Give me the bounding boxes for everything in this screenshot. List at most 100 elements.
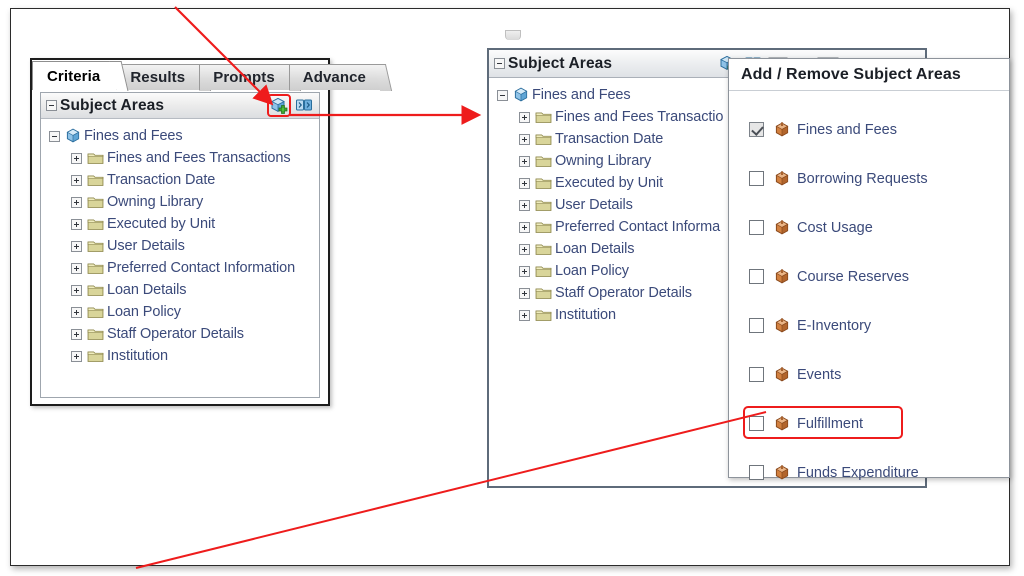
subject-area-label: Funds Expenditure — [797, 464, 919, 481]
expand-plus-icon[interactable] — [519, 111, 530, 123]
subject-area-cube-icon — [774, 268, 790, 285]
expand-plus-icon[interactable] — [71, 284, 82, 296]
expand-plus-icon[interactable] — [71, 262, 82, 274]
subject-area-option[interactable]: Borrowing Requests — [749, 154, 1009, 203]
tree-item-label: Transaction Date — [555, 131, 664, 147]
cube-plus-icon — [270, 97, 288, 115]
subject-area-option[interactable]: E-Inventory — [749, 301, 1009, 350]
expand-plus-icon[interactable] — [71, 350, 82, 362]
folder-icon — [87, 261, 104, 275]
expand-plus-icon[interactable] — [71, 240, 82, 252]
expand-plus-icon[interactable] — [71, 174, 82, 186]
dialog-title: Add / Remove Subject Areas — [729, 59, 1009, 91]
tree-item[interactable]: Staff Operator Details — [49, 323, 319, 345]
expand-plus-icon[interactable] — [519, 287, 530, 299]
expand-plus-icon[interactable] — [519, 155, 530, 167]
subject-area-checkbox[interactable] — [749, 367, 764, 382]
tree-item[interactable]: Owning Library — [49, 191, 319, 213]
subject-area-cube-icon — [774, 415, 790, 432]
tab-results[interactable]: Results — [116, 64, 212, 91]
tree-item-label: Preferred Contact Informa — [555, 219, 721, 235]
folder-icon — [87, 283, 104, 297]
tree-item-label: Fines and Fees Transactions — [107, 150, 291, 166]
collapse-minus-icon[interactable] — [46, 100, 57, 111]
tree-item-label: Owning Library — [107, 194, 204, 210]
tree-item-label: Loan Details — [555, 241, 635, 257]
show-hide-panel-icon[interactable] — [293, 95, 315, 116]
tab-prompts-label: Prompts — [213, 69, 275, 86]
subject-area-label: E-Inventory — [797, 317, 872, 334]
folder-icon — [535, 198, 552, 212]
subject-area-checkbox[interactable] — [749, 269, 764, 284]
expand-plus-icon[interactable] — [519, 309, 530, 321]
expand-plus-icon[interactable] — [71, 218, 82, 230]
folder-icon — [535, 286, 552, 300]
subject-area-label: Fines and Fees — [797, 121, 897, 138]
tree-children: Fines and Fees Transactions Transaction D… — [49, 147, 319, 367]
add-subject-area-icon[interactable] — [267, 94, 291, 117]
subject-areas-title: Subject Areas — [60, 96, 165, 114]
folder-icon — [535, 220, 552, 234]
tree-item-label: Executed by Unit — [107, 216, 216, 232]
expand-plus-icon[interactable] — [519, 133, 530, 145]
expand-minus-icon[interactable] — [49, 130, 60, 142]
expand-plus-icon[interactable] — [519, 177, 530, 189]
tree-item[interactable]: Fines and Fees Transactions — [49, 147, 319, 169]
expand-plus-icon[interactable] — [519, 265, 530, 277]
expand-plus-icon[interactable] — [71, 152, 82, 164]
tab-prompts[interactable]: Prompts — [199, 64, 301, 91]
tree-item-label: Institution — [107, 348, 168, 364]
subject-area-checkbox[interactable] — [749, 465, 764, 480]
tree-item-label: Loan Policy — [107, 304, 181, 320]
subject-area-cube-icon — [774, 170, 790, 187]
expand-plus-icon[interactable] — [71, 196, 82, 208]
tree-item[interactable]: Preferred Contact Information — [49, 257, 319, 279]
tree-item-label: Fines and Fees Transactio — [555, 109, 724, 125]
middle-panel-title: Subject Areas — [508, 54, 613, 72]
expand-plus-icon[interactable] — [71, 328, 82, 340]
folder-icon — [87, 195, 104, 209]
subject-area-checkbox[interactable] — [749, 220, 764, 235]
folder-icon — [87, 327, 104, 341]
subject-area-checkbox[interactable] — [749, 318, 764, 333]
subject-area-option[interactable]: Course Reserves — [749, 252, 1009, 301]
tree-item[interactable]: Transaction Date — [49, 169, 319, 191]
tree-item-label: Transaction Date — [107, 172, 216, 188]
criteria-panel: Criteria Results Prompts Advance Subject… — [30, 58, 393, 406]
tree-item[interactable]: Loan Policy — [49, 301, 319, 323]
subject-area-option[interactable]: Events — [749, 350, 1009, 399]
subject-areas-header: Subject Areas — [41, 93, 319, 119]
expand-plus-icon[interactable] — [519, 221, 530, 233]
expand-plus-icon[interactable] — [519, 199, 530, 211]
tree-root-node[interactable]: Fines and Fees — [49, 125, 319, 147]
folder-icon — [87, 349, 104, 363]
folder-icon — [535, 132, 552, 146]
tree-item-label: Staff Operator Details — [107, 326, 244, 342]
subject-area-checkbox[interactable] — [749, 171, 764, 186]
subject-area-label: Course Reserves — [797, 268, 910, 285]
folder-icon — [87, 151, 104, 165]
subject-areas-tree: Fines and Fees Fines and Fees Transactio… — [41, 119, 319, 367]
tree-item[interactable]: Loan Details — [49, 279, 319, 301]
expand-plus-icon[interactable] — [519, 243, 530, 255]
expand-plus-icon[interactable] — [71, 306, 82, 318]
subject-area-option[interactable]: Fines and Fees — [749, 105, 1009, 154]
subject-area-checkbox[interactable] — [749, 122, 764, 137]
subject-area-cube-icon — [774, 317, 790, 334]
subject-area-option[interactable]: Funds Expenditure — [749, 448, 1009, 497]
tree-item[interactable]: Institution — [49, 345, 319, 367]
expand-minus-icon[interactable] — [497, 89, 508, 101]
subject-area-cube-icon — [774, 366, 790, 383]
folder-icon — [535, 264, 552, 278]
subject-area-option[interactable]: Fulfillment — [743, 399, 1009, 448]
tree-item[interactable]: User Details — [49, 235, 319, 257]
tree-item[interactable]: Executed by Unit — [49, 213, 319, 235]
subject-area-checkbox[interactable] — [749, 416, 764, 431]
tab-advanced[interactable]: Advance — [288, 64, 393, 91]
collapse-minus-icon[interactable] — [494, 58, 505, 69]
tab-criteria[interactable]: Criteria — [32, 61, 129, 91]
subject-area-cube-icon — [774, 464, 790, 481]
folder-icon — [87, 239, 104, 253]
subject-area-cube-icon — [774, 219, 790, 236]
subject-area-option[interactable]: Cost Usage — [749, 203, 1009, 252]
